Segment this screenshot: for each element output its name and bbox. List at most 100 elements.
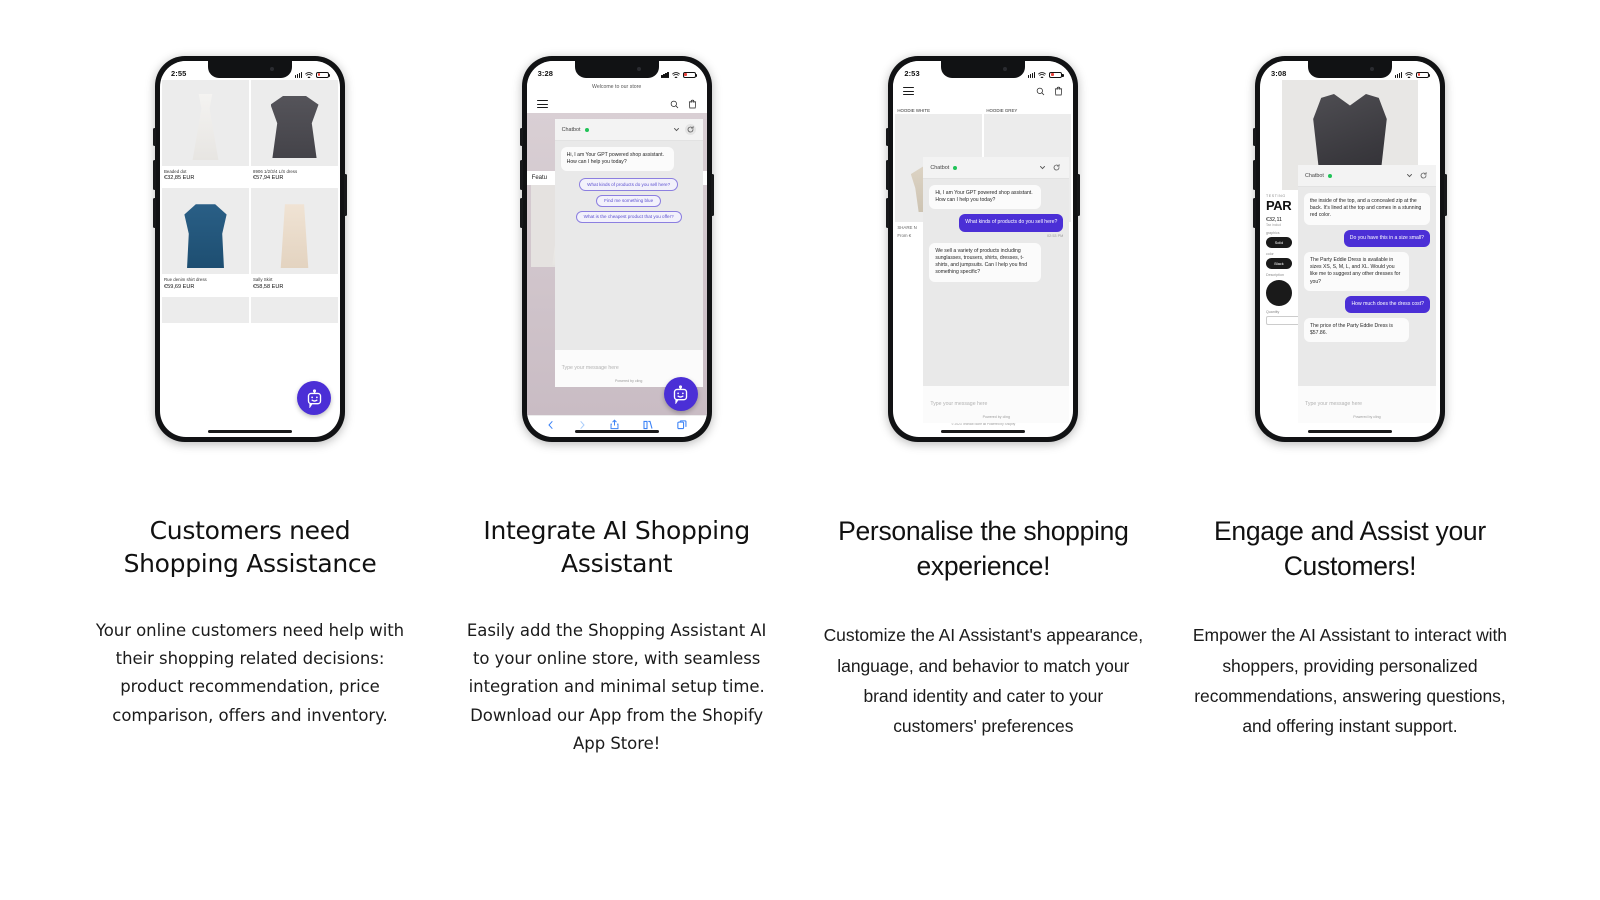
chat-header: Chatbot (923, 157, 1070, 179)
forward-icon[interactable] (578, 420, 586, 430)
chat-input-row[interactable]: Type your message here (923, 386, 1070, 412)
shopping-bag-icon[interactable] (688, 99, 697, 109)
volume-up-button (886, 160, 890, 190)
battery-icon (1049, 71, 1064, 78)
home-indicator (574, 430, 659, 433)
feature-body: Your online customers need help with the… (95, 620, 405, 725)
status-time: 2:53 (904, 69, 920, 78)
suggestion-chip[interactable]: What is the cheapest product that you of… (575, 210, 682, 223)
feature-headline: Personalise the shopping experience! (838, 516, 1129, 582)
product-card[interactable]: Sally Skirt €58,58 EUR (251, 188, 338, 294)
suggestion-chips: What kinds of products do you sell here?… (561, 178, 697, 223)
chat-header: Chatbot (1297, 165, 1436, 187)
phone-mockup-3-wrap: 2:53 HOODIE WHITE HOODIE GREY SHARE N Fr… (823, 56, 1143, 456)
product-card[interactable]: Beaded dot €32,85 EUR (162, 80, 249, 186)
wifi-icon (305, 71, 313, 78)
back-icon[interactable] (547, 420, 555, 430)
product-image (162, 296, 249, 323)
refresh-button[interactable] (1051, 162, 1062, 173)
chevron-down-icon[interactable] (1039, 164, 1046, 171)
product-card[interactable] (162, 296, 249, 323)
phone-2-screen: 3:28 Welcome to our store Featu Chatbot … (526, 61, 707, 437)
status-indicators (294, 71, 331, 78)
chat-widget: Chatbot (1297, 165, 1436, 423)
chat-input-row[interactable]: Type your message here (1297, 386, 1436, 412)
status-time: 2:55 (171, 69, 187, 78)
chatbot-fab-button[interactable] (663, 377, 698, 411)
hamburger-menu-icon[interactable] (903, 85, 915, 98)
product-card[interactable]: Rue denim shirt dress €59,69 EUR (162, 188, 249, 294)
notch (941, 61, 1026, 78)
power-button (1443, 174, 1447, 216)
chat-messages: the inside of the top, and a concealed z… (1297, 187, 1436, 386)
chevron-down-icon[interactable] (673, 126, 680, 133)
phone-mockup-2-wrap: 3:28 Welcome to our store Featu Chatbot … (457, 56, 777, 456)
power-button (1077, 174, 1081, 216)
front-camera-icon (1369, 67, 1374, 71)
phone-mockup-3: 2:53 HOODIE WHITE HOODIE GREY SHARE N Fr… (886, 56, 1081, 442)
feature-body: Customize the AI Assistant's appearance,… (823, 625, 1144, 736)
chat-header: Chatbot (554, 119, 703, 141)
phone-mockup-1: 2:55 Beaded dot €32,85 EUR 8906 1/2/3/4 … (153, 56, 347, 442)
chat-title: Chatbot (930, 164, 958, 171)
product-name: Beaded dot (164, 169, 187, 174)
online-status-dot (584, 127, 589, 132)
chat-input-placeholder: Type your message here (561, 365, 619, 371)
browser-toolbar (526, 415, 707, 437)
chat-message-bot: Hi, I am Your GPT powered shop assistant… (560, 147, 674, 172)
home-indicator (1307, 430, 1392, 433)
chat-messages: Hi, I am Your GPT powered shop assistant… (923, 179, 1069, 386)
refresh-button[interactable] (1418, 170, 1429, 181)
volume-down-button (519, 198, 523, 228)
store-header (893, 80, 1074, 105)
cellular-bars-icon (661, 71, 669, 78)
pdp-graphics-option[interactable]: Solid (1265, 237, 1292, 248)
search-icon[interactable] (1036, 87, 1045, 96)
product-name: Sally Skirt (253, 277, 273, 283)
battery-icon (682, 71, 697, 78)
shopping-bag-icon[interactable] (1054, 86, 1063, 96)
chat-title: Chatbot (562, 127, 589, 133)
chatbot-robot-icon (307, 388, 321, 408)
product-image (162, 188, 249, 275)
chatbot-robot-icon (673, 384, 688, 404)
power-button (710, 174, 714, 216)
chevron-down-icon[interactable] (1406, 172, 1413, 179)
volume-up-button (519, 160, 523, 190)
phone-1-screen: 2:55 Beaded dot €32,85 EUR 8906 1/2/3/4 … (160, 61, 340, 437)
feature-headline: Engage and Assist your Customers! (1214, 516, 1486, 582)
chatbot-fab-button[interactable] (297, 381, 331, 415)
chat-messages: Hi, I am Your GPT powered shop assistant… (555, 141, 703, 350)
suggestion-chip[interactable]: Find me something blue (596, 194, 662, 207)
phone-mockup-1-wrap: 2:55 Beaded dot €32,85 EUR 8906 1/2/3/4 … (90, 56, 410, 456)
feature-column-integrate-ai-assistant: 3:28 Welcome to our store Featu Chatbot … (457, 56, 777, 900)
product-price: €57,94 EUR (253, 175, 284, 182)
hamburger-menu-icon[interactable] (536, 98, 548, 111)
product-card[interactable]: 8906 1/2/3/4 L/S dress €57,94 EUR (251, 80, 338, 186)
mute-switch (153, 128, 156, 146)
product-name: Rue denim shirt dress (164, 277, 207, 283)
chat-title-text: Chatbot (930, 164, 950, 171)
status-time: 3:08 (1270, 69, 1287, 78)
bookmarks-icon[interactable] (643, 420, 653, 430)
home-indicator (941, 430, 1026, 433)
share-icon[interactable] (610, 419, 619, 430)
wifi-icon (1405, 71, 1413, 78)
store-header-actions (1036, 86, 1063, 96)
pdp-color-option[interactable]: Black (1265, 258, 1292, 269)
refresh-button[interactable] (684, 124, 696, 135)
notch (1307, 61, 1392, 78)
chat-title-text: Chatbot (1304, 172, 1324, 179)
search-icon[interactable] (670, 100, 679, 109)
suggestion-chip[interactable]: What kinds of products do you sell here? (579, 178, 679, 191)
product-name: HOODIE WHITE (897, 107, 930, 113)
battery-icon (1415, 71, 1431, 78)
tabs-icon[interactable] (677, 419, 687, 430)
chat-message-bot: The Party Eddie Dress is available in si… (1303, 251, 1409, 291)
refresh-icon (1053, 164, 1060, 171)
chat-header-actions (1039, 162, 1062, 173)
chat-input-row[interactable]: Type your message here (554, 350, 703, 376)
product-card[interactable] (251, 296, 338, 323)
cellular-bars-icon (1394, 71, 1402, 78)
status-indicators (1028, 71, 1064, 78)
